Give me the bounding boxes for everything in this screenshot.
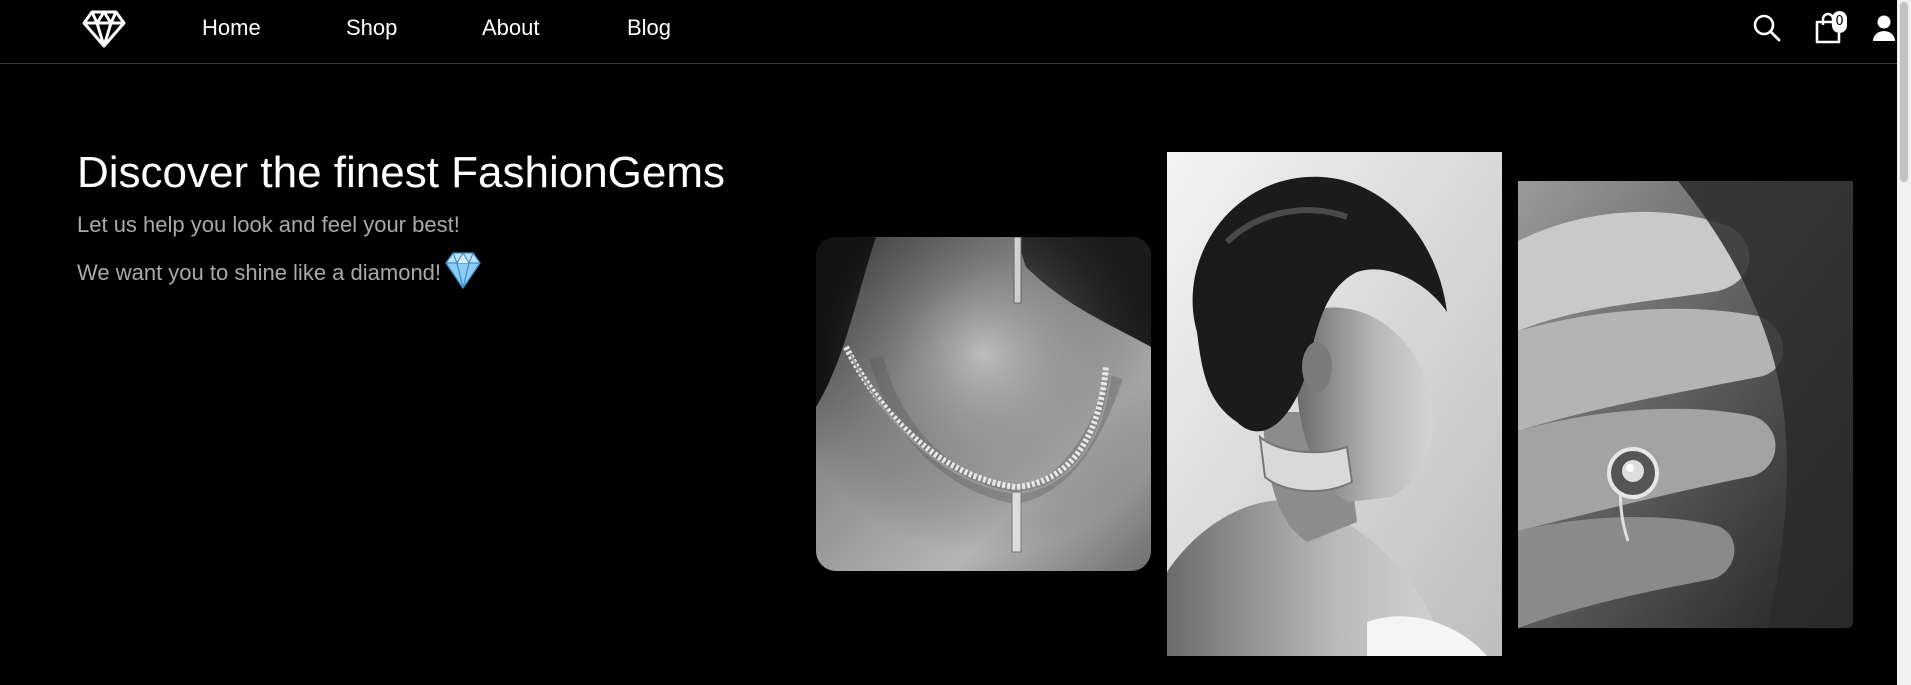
logo-diamond-icon[interactable] bbox=[82, 9, 126, 49]
scrollbar-thumb[interactable] bbox=[1900, 2, 1908, 182]
search-icon[interactable] bbox=[1752, 13, 1782, 43]
page: Home Shop About Blog 0 Discover the fine… bbox=[0, 0, 1911, 685]
navbar: Home Shop About Blog 0 bbox=[0, 0, 1911, 64]
ring-hand-photo bbox=[1518, 181, 1853, 628]
hero-title: Discover the finest FashionGems bbox=[77, 148, 726, 197]
nav-link-shop[interactable]: Shop bbox=[346, 14, 397, 42]
nav-link-home[interactable]: Home bbox=[202, 14, 261, 42]
hero-subtitle-1: Let us help you look and feel your best! bbox=[77, 212, 460, 237]
nav-link-about[interactable]: About bbox=[482, 14, 540, 42]
gem-emoji-icon bbox=[445, 251, 481, 297]
hero-subtitle-2-line: We want you to shine like a diamond! bbox=[77, 251, 481, 297]
hero-subtitle-2: We want you to shine like a diamond! bbox=[77, 259, 442, 285]
woman-portrait-photo bbox=[1167, 152, 1502, 656]
necklace-photo bbox=[816, 237, 1151, 571]
user-icon[interactable] bbox=[1872, 14, 1896, 42]
cart-count-badge: 0 bbox=[1832, 11, 1847, 33]
nav-link-blog[interactable]: Blog bbox=[627, 14, 671, 42]
